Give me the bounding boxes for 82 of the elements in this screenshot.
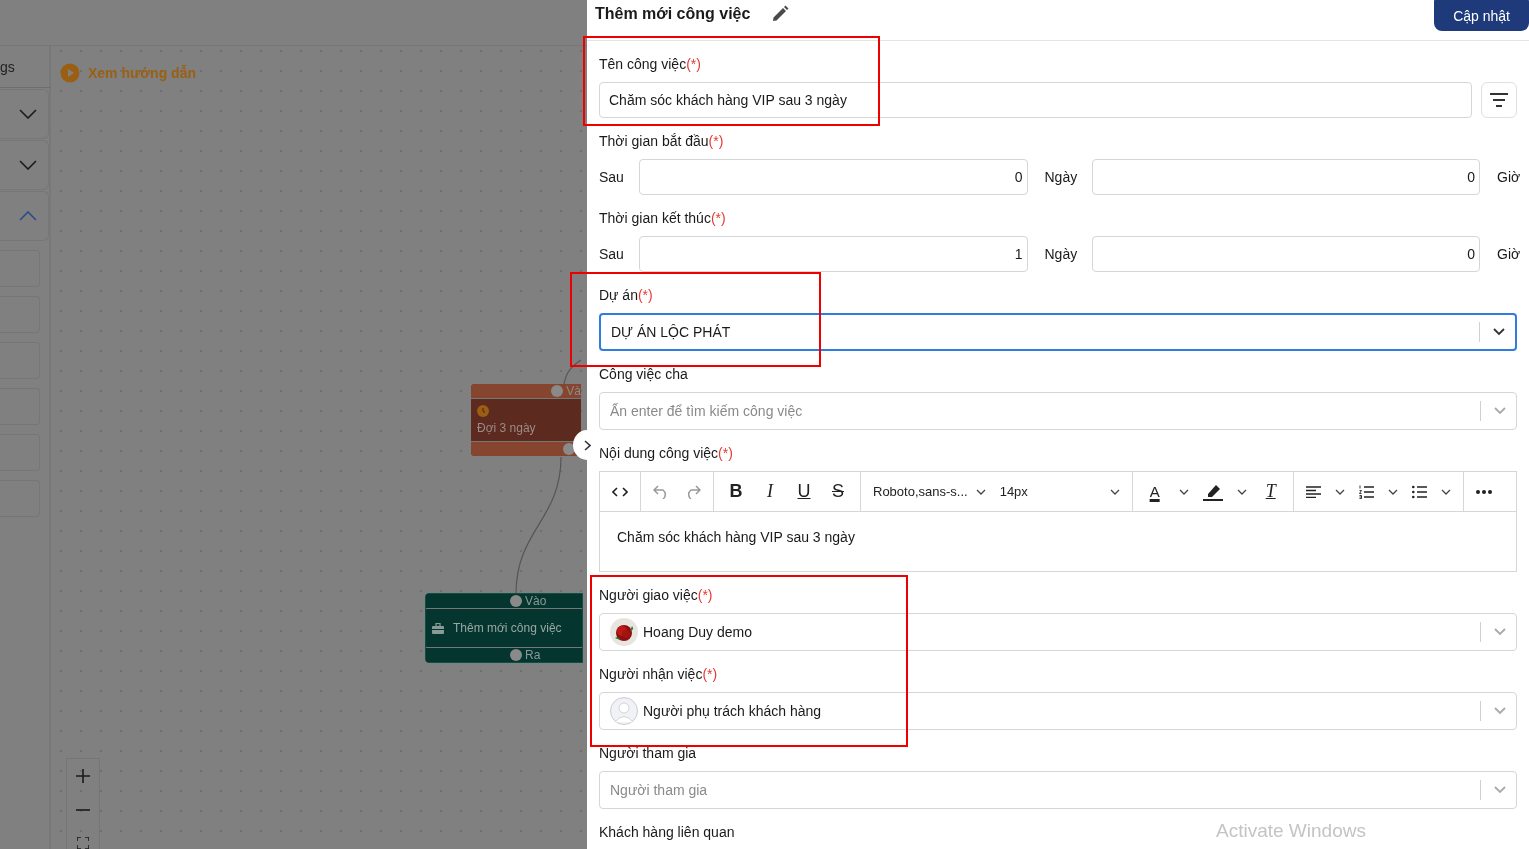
numbered-list-icon[interactable] xyxy=(1358,484,1374,499)
zoom-in-icon[interactable] xyxy=(76,769,90,783)
hours-input[interactable]: 0 xyxy=(1091,159,1480,195)
days-input[interactable]: 0 xyxy=(639,159,1028,195)
select-field[interactable]: DỰ ÁN LỘC PHÁT xyxy=(599,313,1517,351)
chevron-down-icon[interactable] xyxy=(1334,488,1345,495)
prefix-label: Sau xyxy=(599,169,625,185)
chevron-down-icon xyxy=(1109,488,1120,495)
port-icon xyxy=(563,443,575,455)
port-icon xyxy=(510,649,522,661)
chevron-down-icon xyxy=(1494,786,1506,794)
field-label: Thời gian bắt đầu(*) xyxy=(599,133,724,150)
panel-title: Thêm mới công việc xyxy=(595,5,751,23)
field-label: Nội dung công việc(*) xyxy=(599,445,733,462)
prefix-label: Sau xyxy=(599,246,625,262)
filter-button[interactable] xyxy=(1481,82,1517,118)
select-field[interactable]: Hoang Duy demo xyxy=(599,613,1517,651)
bulleted-list-icon[interactable] xyxy=(1411,484,1427,499)
sidebar-tab[interactable]: gs xyxy=(0,58,15,75)
chevron-down-icon xyxy=(1493,328,1505,336)
select-placeholder: Người tham gia xyxy=(610,782,708,798)
field-label: Người tham gia xyxy=(599,745,697,762)
select-field[interactable]: Ấn enter để tìm kiếm công việc xyxy=(599,392,1517,430)
field-label: Tên công việc(*) xyxy=(599,56,701,73)
days-input[interactable]: 1 xyxy=(639,236,1028,272)
chevron-down-icon xyxy=(1494,407,1506,415)
chevron-down-icon[interactable] xyxy=(1236,488,1247,495)
code-icon[interactable] xyxy=(612,486,628,497)
update-button[interactable]: Cập nhật xyxy=(1434,0,1529,31)
text-input[interactable]: Chăm sóc khách hàng VIP sau 3 ngày xyxy=(599,82,1472,118)
hours-input[interactable]: 0 xyxy=(1091,236,1480,272)
clear-format-button[interactable]: T xyxy=(1260,481,1281,502)
more-icon[interactable] xyxy=(1475,489,1492,494)
field-label: Dự án(*) xyxy=(599,287,653,304)
node-title: Đợi 3 ngày xyxy=(477,421,536,435)
activation-notice: Activate Windows xyxy=(1216,820,1366,842)
chevron-down-icon xyxy=(1494,628,1506,636)
flow-node[interactable]: Và Đợi 3 ngày xyxy=(471,384,581,456)
field-label: Người giao việc(*) xyxy=(599,587,713,604)
chevron-right-icon xyxy=(583,439,591,451)
size-dropdown[interactable]: 14px xyxy=(999,484,1120,499)
connector-line xyxy=(563,359,582,385)
font-dropdown[interactable]: Roboto,sans-s... xyxy=(873,484,986,499)
fit-view-icon[interactable] xyxy=(77,837,89,849)
rich-text-editor[interactable]: B I U S Roboto,sans-s... 14px A T Chăm sóc khách hàng VIP sau 3 ngày xyxy=(599,471,1517,572)
bold-button[interactable]: B xyxy=(726,481,746,502)
clock-icon xyxy=(477,405,489,417)
port-label: Ra xyxy=(525,648,541,662)
port-icon xyxy=(551,385,564,397)
select-value: Hoang Duy demo xyxy=(643,624,752,640)
flow-node[interactable]: Vào Thêm mới công việc Ra xyxy=(425,593,583,663)
pencil-icon[interactable] xyxy=(772,5,790,22)
select-value: DỰ ÁN LỘC PHÁT xyxy=(611,324,731,340)
editor-text: Chăm sóc khách hàng VIP sau 3 ngày xyxy=(616,528,856,547)
port-icon xyxy=(510,595,522,607)
chevron-down-icon[interactable] xyxy=(1178,488,1189,495)
avatar-icon xyxy=(610,697,638,725)
chevron-down-icon xyxy=(1494,707,1506,715)
field-label: Công việc cha xyxy=(599,366,688,383)
port-label: Và xyxy=(566,384,581,398)
chevron-down-icon[interactable] xyxy=(1440,488,1451,495)
select-field[interactable]: Người phụ trách khách hàng xyxy=(599,692,1517,730)
text-color-button[interactable]: A xyxy=(1144,483,1165,500)
select-value: Người phụ trách khách hàng xyxy=(643,703,822,719)
underline-button[interactable]: U xyxy=(794,481,814,502)
strikethrough-button[interactable]: S xyxy=(828,481,848,502)
marker-icon[interactable] xyxy=(1202,482,1223,501)
briefcase-icon xyxy=(432,622,444,634)
field-label: Thời gian kết thúc(*) xyxy=(599,210,726,227)
chevron-down-icon[interactable] xyxy=(1387,488,1398,495)
field-label: Khách hàng liên quan xyxy=(599,824,735,841)
field-label: Người nhận việc(*) xyxy=(599,666,718,683)
italic-button[interactable]: I xyxy=(760,481,780,502)
align-left-icon[interactable] xyxy=(1305,485,1321,498)
filter-icon xyxy=(1490,93,1508,107)
unit-label: Ngày xyxy=(1043,169,1079,185)
unit-label: Ngày xyxy=(1043,246,1079,262)
node-title: Thêm mới công việc xyxy=(453,621,562,635)
chevron-down-icon xyxy=(975,488,986,495)
select-field[interactable]: Người tham gia xyxy=(599,771,1517,809)
select-placeholder: Ấn enter để tìm kiếm công việc xyxy=(610,403,803,419)
port-label: Vào xyxy=(525,594,547,608)
